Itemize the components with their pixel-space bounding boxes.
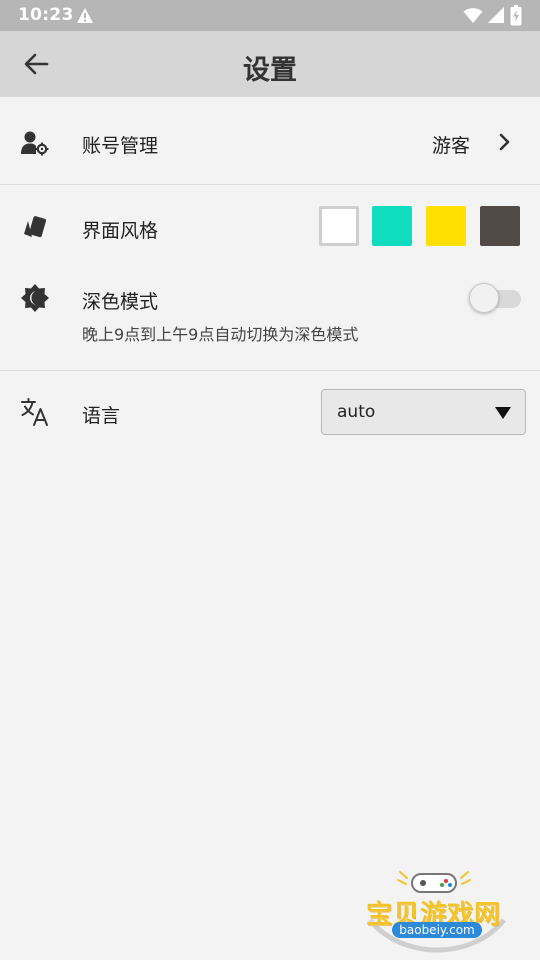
theme-swatch-teal[interactable] [372, 206, 412, 246]
dark-mode-description: 晚上9点到上午9点自动切换为深色模式 [82, 325, 359, 344]
language-select[interactable]: auto [321, 389, 526, 435]
alert-icon [77, 8, 93, 23]
page-title: 设置 [243, 55, 297, 86]
status-time: 10:23 [18, 5, 74, 25]
user-gear-icon [20, 128, 50, 158]
theme-swatch-dark[interactable] [480, 206, 520, 246]
dark-mode-label: 深色模式 [82, 291, 159, 313]
language-label: 语言 [82, 405, 121, 427]
account-row[interactable]: 账号管理 游客 [0, 97, 540, 185]
wifi-icon [463, 8, 483, 23]
account-value: 游客 [431, 135, 470, 157]
toggle-thumb [469, 283, 499, 313]
status-bar: 10:23 [0, 0, 540, 31]
account-label: 账号管理 [82, 135, 159, 157]
battery-charging-icon [510, 5, 522, 26]
dark-mode-toggle[interactable] [469, 283, 521, 313]
brightness-moon-icon [20, 283, 50, 313]
watermark-logo: 宝贝游戏网 baobeiy.com [362, 868, 512, 958]
watermark-url: baobeiy.com [392, 922, 482, 938]
app-bar: 设置 [0, 31, 540, 97]
theme-label: 界面风格 [82, 220, 159, 242]
theme-swatch-yellow[interactable] [426, 206, 466, 246]
triangle-down-icon [495, 407, 511, 419]
divider [0, 370, 540, 371]
chevron-right-icon [499, 133, 510, 151]
language-selected-value: auto [337, 402, 376, 422]
translate-icon [20, 397, 50, 427]
signal-icon [488, 7, 504, 23]
palette-cards-icon [20, 212, 50, 242]
divider [0, 184, 540, 185]
theme-swatch-white[interactable] [319, 206, 359, 246]
